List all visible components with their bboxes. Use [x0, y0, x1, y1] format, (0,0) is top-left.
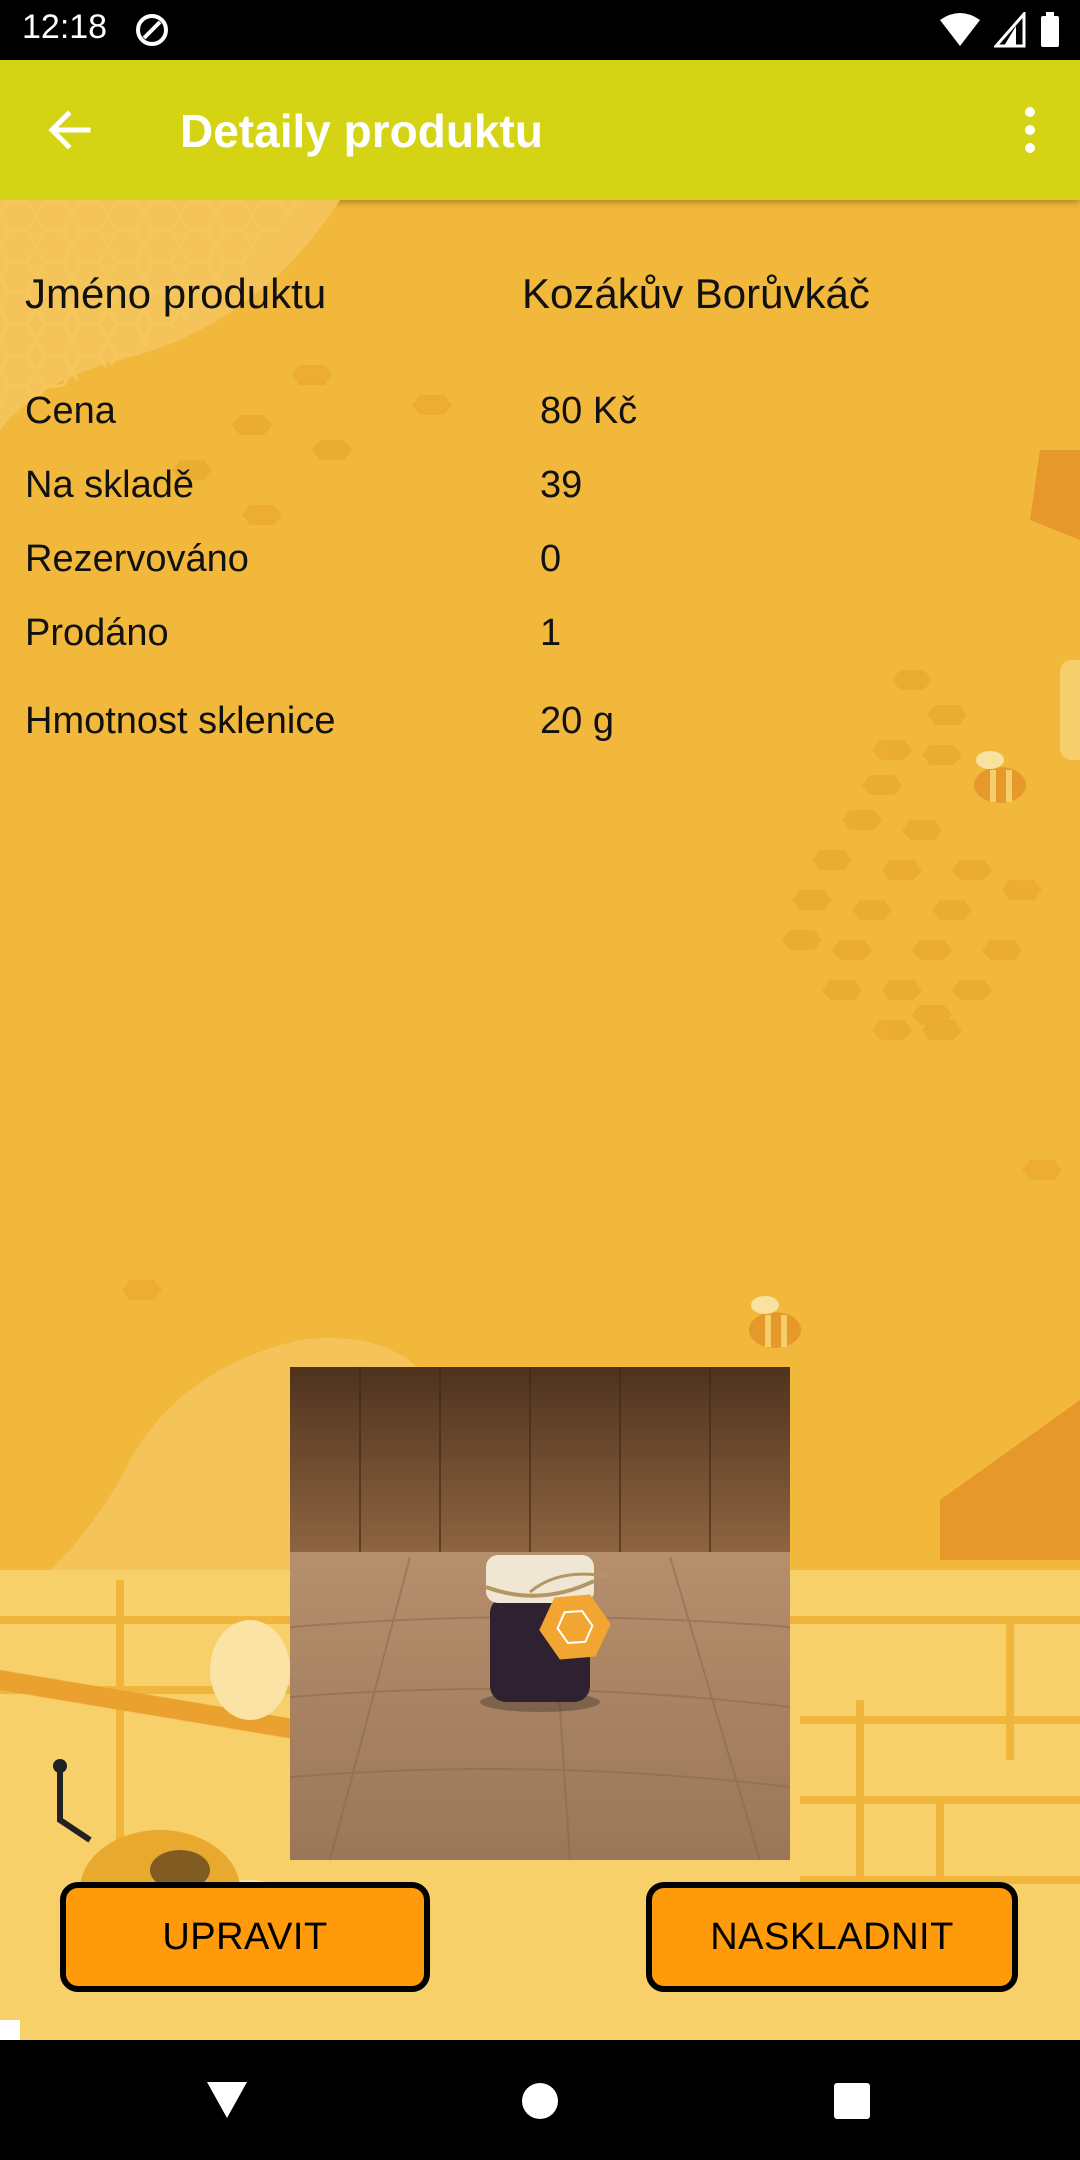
signal-icon [994, 12, 1026, 48]
nav-back-icon[interactable] [205, 2080, 249, 2120]
stock-label: Na skladě [25, 464, 194, 506]
reserved-value: 0 [540, 538, 562, 580]
edit-button[interactable]: UPRAVIT [60, 1882, 430, 1992]
status-bar: 12:18 [0, 0, 1080, 60]
name-value: Kozákův Borůvkáč [522, 270, 870, 317]
at-sign-icon [136, 14, 168, 46]
wifi-icon [940, 13, 980, 46]
status-icons [940, 12, 1060, 48]
jar-weight-value: 20 g [540, 700, 614, 742]
system-nav-bar [0, 2040, 1080, 2160]
more-vertical-icon[interactable] [1014, 100, 1046, 160]
arrow-left-icon[interactable] [40, 100, 100, 160]
nav-recents-icon[interactable] [834, 2083, 870, 2119]
status-time: 12:18 [22, 8, 108, 46]
product-photo [290, 1367, 790, 1860]
price-value: 80 Kč [540, 390, 638, 432]
sold-value: 1 [540, 612, 562, 654]
name-label: Jméno produktu [25, 270, 327, 317]
stock-value: 39 [540, 464, 583, 506]
battery-icon [1041, 12, 1059, 47]
jar-weight-label: Hmotnost sklenice [25, 700, 336, 742]
reserved-label: Rezervováno [25, 538, 249, 580]
page-title: Detaily produktu [180, 105, 543, 157]
app-bar: Detaily produktu [0, 60, 1080, 200]
price-label: Cena [25, 390, 116, 432]
sold-label: Prodáno [25, 612, 169, 654]
nav-home-icon[interactable] [522, 2083, 558, 2119]
restock-button[interactable]: NASKLADNIT [646, 1882, 1018, 1992]
